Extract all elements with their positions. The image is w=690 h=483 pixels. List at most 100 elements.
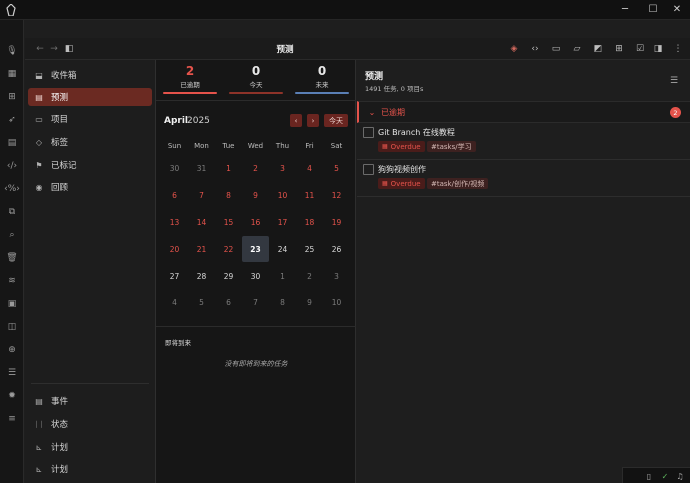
image-icon[interactable]: ▣ [0,295,24,313]
calendar-day[interactable]: 31 [188,155,215,181]
task-item[interactable]: 狗狗视频创作 ▦ Overdue #task/创作/视频 [357,160,690,197]
calendar-day[interactable]: 23 [242,236,269,262]
minimize-button[interactable]: ─ [612,0,638,18]
calendar-day[interactable]: 19 [323,209,350,235]
task-tag[interactable]: #tasks/学习 [427,141,476,152]
sidebar-item-plan-2[interactable]: ⊾ 计划 [28,460,152,478]
overdue-section-header[interactable]: ⌄ 已逾期 2 [357,101,690,123]
task-checkbox[interactable] [363,127,374,138]
sidebar-item-inbox[interactable]: ⬓ 收件箱 [28,66,152,84]
calendar-day[interactable]: 12 [323,182,350,208]
calendar-day[interactable]: 24 [269,236,296,262]
stack-icon[interactable]: ☰ [0,364,24,382]
layers-icon[interactable]: ◫ [0,318,24,336]
calendar-day[interactable]: 4 [161,289,188,315]
calendar-day[interactable]: 2 [242,155,269,181]
folders-icon[interactable]: ◩ [591,42,605,56]
sidebar-toggle-icon[interactable]: ◧ [62,42,76,56]
trash-icon[interactable]: 🗑 [0,249,24,267]
checkbox-icon[interactable]: ☑ [633,42,647,56]
monitor-icon[interactable]: ▭ [549,42,563,56]
stack-layers-icon[interactable]: ◈ [507,42,521,56]
calendar-day[interactable]: 1 [269,263,296,289]
calendar-day[interactable]: 13 [161,209,188,235]
task-item[interactable]: Git Branch 在线教程 ▦ Overdue #tasks/学习 [357,123,690,160]
sidebar-item-forecast[interactable]: ▤ 预测 [28,88,152,106]
calendar-day[interactable]: 7 [242,289,269,315]
zoom-icon[interactable]: ⊕ [0,341,24,359]
calendar-day[interactable]: 26 [323,236,350,262]
sidebar-item-tags[interactable]: ◇ 标签 [28,133,152,151]
calendar-day[interactable]: 1 [215,155,242,181]
forecast-sidebar: ⬓ 收件箱 ▤ 预测 ▭ 项目 ◇ 标签 ⚑ 已标记 ◉ 回顾 ▤ 事件 ᛁᛁ … [25,60,156,483]
sidebar-item-events[interactable]: ▤ 事件 [28,392,152,410]
view-header: ← → ◧ 预测 ◈ ‹› ▭ ▱ ◩ ⊞ ☑ ◨ ⋮ [25,38,690,60]
maximize-button[interactable]: ☐ [640,0,666,18]
calendar-day[interactable]: 17 [269,209,296,235]
more-options-icon[interactable]: ⋮ [671,42,685,56]
sidebar-item-flagged[interactable]: ⚑ 已标记 [28,156,152,174]
calendar-day[interactable]: 5 [188,289,215,315]
calendar-day[interactable]: 4 [296,155,323,181]
percent-icon[interactable]: ‹%› [0,180,24,198]
list-icon[interactable]: ≡ [0,410,24,428]
calendar-day[interactable]: 11 [296,182,323,208]
calendar-day[interactable]: 10 [269,182,296,208]
calendar-day[interactable]: 10 [323,289,350,315]
calendar-day[interactable]: 8 [215,182,242,208]
calendar-day[interactable]: 22 [215,236,242,262]
task-checkbox[interactable] [363,164,374,175]
calendar-day[interactable]: 8 [269,289,296,315]
sidebar-item-plan[interactable]: ⊾ 计划 [28,438,152,456]
sync-check-icon[interactable]: ✓ [659,470,671,482]
calendar-day[interactable]: 6 [161,182,188,208]
calendar-day[interactable]: 29 [215,263,242,289]
task-title: 狗狗视频创作 [378,165,426,174]
bell-icon[interactable]: ♫ [674,470,686,482]
calendar-day[interactable]: 18 [296,209,323,235]
book-icon[interactable]: ▯ [643,470,655,482]
code-icon[interactable]: ‹/› [0,157,24,175]
sidebar-item-status[interactable]: ᛁᛁ 状态 [28,415,152,433]
close-button[interactable]: ✕ [664,0,690,18]
table-icon[interactable]: ⊞ [612,42,626,56]
calendar-day[interactable]: 16 [242,209,269,235]
chart-icon: ⊾ [35,464,43,474]
chevron-down-icon[interactable]: ⌄ [367,106,377,118]
microphone-icon[interactable]: 🎙 [0,42,24,60]
calendar-day[interactable]: 2 [296,263,323,289]
list-view-icon[interactable]: ☰ [667,74,681,88]
calendar-icon[interactable]: ▦ [0,65,24,83]
calendar-day[interactable]: 27 [161,263,188,289]
calendar-day[interactable]: 9 [296,289,323,315]
rocket-icon[interactable]: ➶ [0,111,24,129]
file-icon[interactable]: ▤ [0,134,24,152]
forward-arrow-icon[interactable]: → [47,42,61,56]
calendar-day[interactable]: 3 [323,263,350,289]
back-arrow-icon[interactable]: ← [33,42,47,56]
calendar-day[interactable]: 28 [188,263,215,289]
calendar-day[interactable]: 30 [161,155,188,181]
folder-search-icon[interactable]: ⌕ [0,226,24,244]
wifi-icon[interactable]: ≋ [0,272,24,290]
calendar-day[interactable]: 7 [188,182,215,208]
copy-icon[interactable]: ⧉ [0,203,24,221]
calendar-day[interactable]: 3 [269,155,296,181]
calendar-day[interactable]: 25 [296,236,323,262]
folder-open-icon[interactable]: ▱ [570,42,584,56]
calendar-day[interactable]: 15 [215,209,242,235]
calendar-day[interactable]: 5 [323,155,350,181]
code-toggle-icon[interactable]: ‹› [528,42,542,56]
grid-icon[interactable]: ⊞ [0,88,24,106]
sidebar-item-review[interactable]: ◉ 回顾 [28,178,152,196]
calendar-day[interactable]: 21 [188,236,215,262]
calendar-day[interactable]: 6 [215,289,242,315]
calendar-day[interactable]: 14 [188,209,215,235]
bulb-icon[interactable]: ✹ [0,387,24,405]
split-pane-icon[interactable]: ◨ [651,42,665,56]
calendar-day[interactable]: 20 [161,236,188,262]
calendar-day[interactable]: 30 [242,263,269,289]
calendar-day[interactable]: 9 [242,182,269,208]
task-tag[interactable]: #task/创作/视频 [427,178,489,189]
sidebar-item-projects[interactable]: ▭ 项目 [28,110,152,128]
